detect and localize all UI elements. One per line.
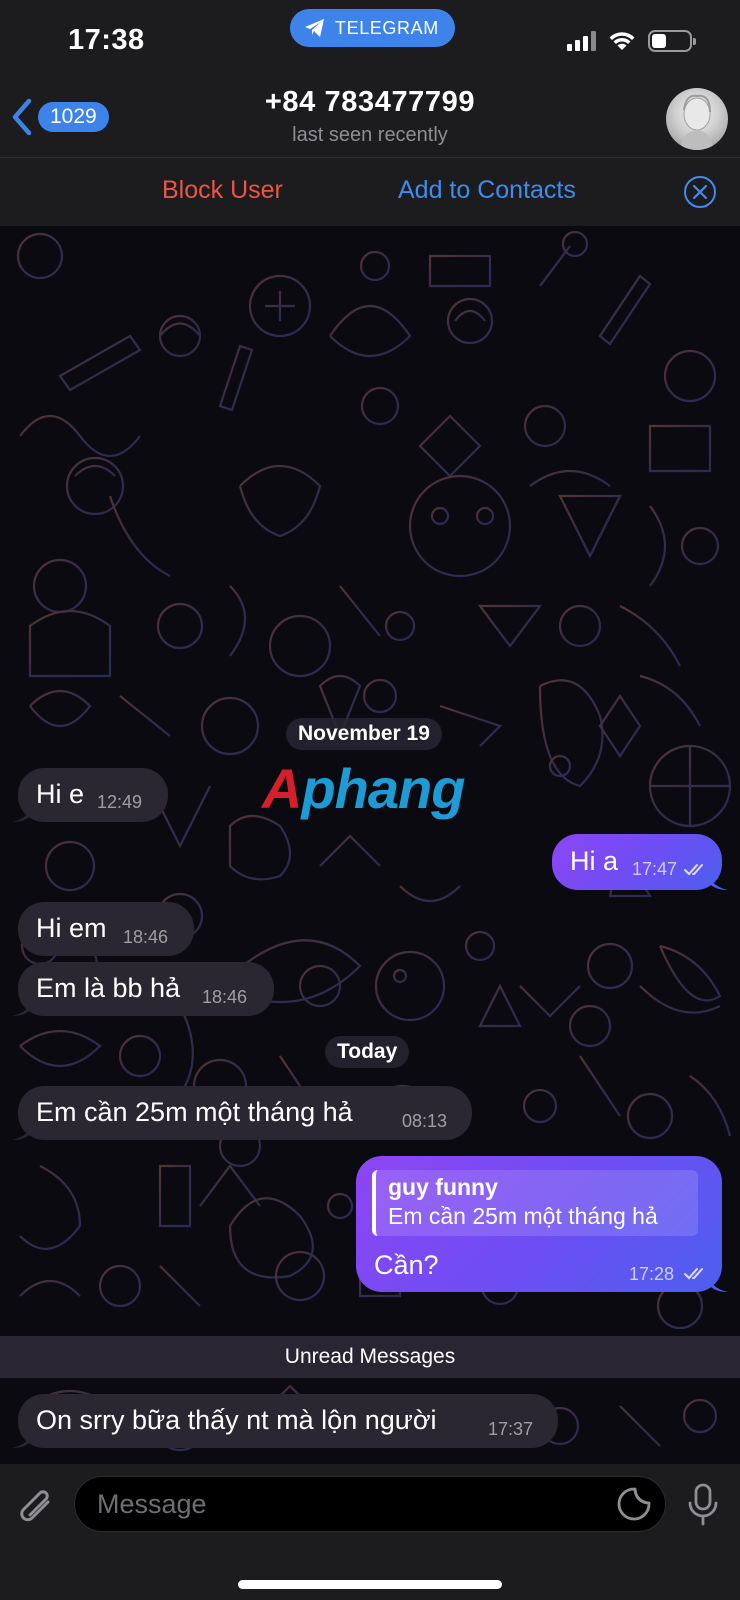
- double-check-icon: [684, 1268, 703, 1280]
- date-separator: November 19: [286, 718, 442, 750]
- chat-area[interactable]: November 19 Aphang Hi e 12:49 Hi a 17:47…: [0, 226, 740, 1464]
- outgoing-reply-message[interactable]: guy funny Em cần 25m một tháng hả Cần? 1…: [356, 1156, 728, 1292]
- chat-status: last seen recently: [292, 124, 448, 146]
- chat-title[interactable]: +84 783477799: [0, 86, 740, 119]
- wifi-icon: [609, 32, 635, 50]
- block-user-button[interactable]: Block User: [162, 176, 283, 205]
- signal-icon: [567, 31, 596, 51]
- message-time: 18:46: [123, 927, 169, 947]
- microphone-button[interactable]: [686, 1482, 720, 1533]
- message-input-bar: [0, 1464, 740, 1600]
- message-time: 17:37: [488, 1419, 534, 1439]
- message-text: Em là bb hả: [36, 973, 181, 1003]
- sticker-icon: [617, 1487, 651, 1521]
- incoming-message[interactable]: Em là bb hả 18:46: [12, 962, 274, 1016]
- battery-icon: [648, 30, 696, 52]
- message-input[interactable]: [74, 1476, 666, 1532]
- bubble-tail: [708, 1274, 728, 1292]
- incoming-message[interactable]: Hi e 12:49: [12, 768, 168, 822]
- incoming-message[interactable]: Hi em 18:46: [18, 902, 194, 956]
- app-pill-label: TELEGRAM: [335, 17, 439, 38]
- message-text: Hi a: [570, 846, 619, 876]
- attach-button[interactable]: [18, 1488, 56, 1535]
- contact-action-bar: Block User Add to Contacts: [0, 158, 740, 226]
- message-text: Hi e: [36, 779, 85, 809]
- incoming-message[interactable]: On srry bữa thấy nt mà lộn người 17:37: [12, 1394, 558, 1448]
- return-to-app-pill[interactable]: TELEGRAM: [290, 9, 455, 47]
- bubble-tail: [12, 1122, 32, 1140]
- message-text: Hi em: [36, 913, 107, 943]
- dismiss-action-bar-button[interactable]: [684, 176, 716, 208]
- status-bar: 17:38 TELEGRAM: [0, 0, 740, 70]
- message-text: On srry bữa thấy nt mà lộn người: [36, 1405, 437, 1435]
- bubble-tail: [12, 998, 32, 1016]
- incoming-message[interactable]: Em cần 25m một tháng hả 08:13: [12, 1086, 472, 1140]
- message-time: 17:47: [632, 859, 678, 879]
- watermark-logo: Aphang: [262, 757, 465, 820]
- message-text: Em cần 25m một tháng hả: [36, 1097, 353, 1127]
- date-separator: Today: [325, 1036, 410, 1068]
- add-to-contacts-button[interactable]: Add to Contacts: [398, 176, 576, 205]
- status-time: 17:38: [68, 24, 145, 56]
- message-text: Cần?: [374, 1250, 439, 1280]
- attach-icon: [20, 1490, 50, 1522]
- message-time: 18:46: [202, 987, 248, 1007]
- double-check-icon: [684, 864, 703, 876]
- message-time: 08:13: [402, 1111, 448, 1131]
- status-icons: [567, 30, 696, 52]
- bubble-tail: [12, 804, 32, 822]
- home-indicator[interactable]: [238, 1580, 502, 1589]
- bubble-tail: [12, 1430, 32, 1448]
- unread-messages-divider: Unread Messages: [0, 1336, 740, 1378]
- message-time: 17:28: [629, 1264, 675, 1284]
- reply-author: guy funny: [388, 1174, 498, 1200]
- telegram-icon: [305, 19, 324, 37]
- bubble-tail: [708, 872, 728, 890]
- avatar-image: [680, 94, 714, 150]
- outgoing-message[interactable]: Hi a 17:47: [552, 834, 728, 890]
- avatar[interactable]: [666, 88, 728, 150]
- close-icon: [692, 184, 708, 200]
- reply-quote[interactable]: guy funny Em cần 25m một tháng hả: [372, 1170, 698, 1236]
- microphone-icon: [688, 1483, 718, 1526]
- chat-header: 1029 +84 783477799 last seen recently: [0, 70, 740, 158]
- sticker-button[interactable]: [616, 1486, 652, 1527]
- message-time: 12:49: [97, 792, 143, 812]
- reply-text: Em cần 25m một tháng hả: [388, 1203, 658, 1229]
